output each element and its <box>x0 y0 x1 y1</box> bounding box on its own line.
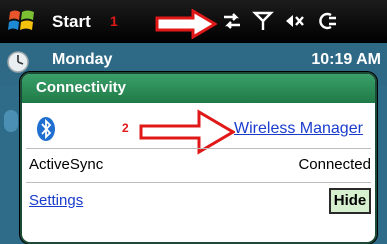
connectivity-icon[interactable] <box>221 11 243 31</box>
windows-flag-icon[interactable] <box>8 8 36 34</box>
activesync-status: Connected <box>298 156 371 173</box>
clock-icon <box>7 51 29 73</box>
volume-icon[interactable] <box>284 11 306 31</box>
taskbar: Start 1 <box>0 0 387 43</box>
divider <box>26 182 371 183</box>
activesync-icon[interactable] <box>316 11 338 31</box>
bluetooth-icon <box>37 117 55 141</box>
signal-antenna-icon[interactable] <box>252 11 274 31</box>
popup-title: Connectivity <box>36 79 127 96</box>
wireless-manager-link[interactable]: Wireless Manager <box>234 120 363 138</box>
popup-header: Connectivity <box>22 74 375 103</box>
hide-button[interactable]: Hide <box>329 188 371 214</box>
connectivity-popup: Connectivity 2 Wireless Manager ActiveSy… <box>20 72 377 244</box>
settings-link[interactable]: Settings <box>29 192 83 209</box>
time-label: 10:19 AM <box>311 51 381 68</box>
start-button[interactable]: Start <box>52 12 91 32</box>
divider <box>26 148 371 149</box>
today-item-icon <box>4 110 18 132</box>
annotation-number-1: 1 <box>110 13 118 29</box>
day-label: Monday <box>52 51 113 68</box>
annotation-number-2: 2 <box>122 121 129 135</box>
annotation-arrow-right-icon <box>155 9 217 39</box>
activesync-label: ActiveSync <box>29 156 104 173</box>
